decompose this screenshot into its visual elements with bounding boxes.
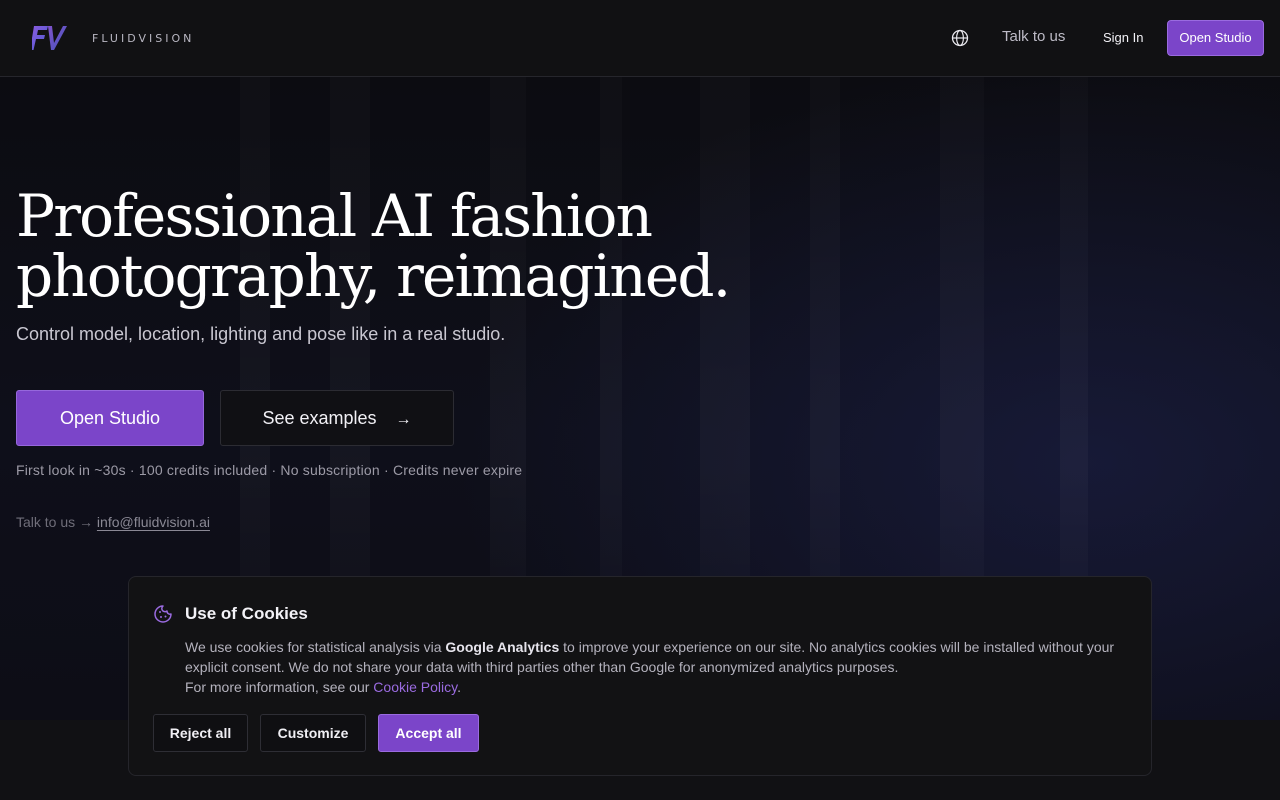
header-open-studio-button[interactable]: Open Studio [1167,20,1264,56]
reject-all-button[interactable]: Reject all [153,714,248,752]
hero-headline-line-2: photography, reimagined. [16,242,731,310]
contact-prefix: Talk to us → [16,514,94,530]
offer-perks-text: First look in ~30s · 100 credits include… [16,462,523,478]
cookie-text-part-3: For more information, see our [185,679,374,695]
top-navigation: FLUIDVISION Talk to us Sign In Open Stud… [0,0,1280,77]
google-analytics-text: Google Analytics [445,639,560,655]
hero-subheadline: Control model, location, lighting and po… [16,324,506,344]
hero-headline-line-1: Professional AI fashion [16,182,653,250]
cookie-text-part-1: We use cookies for statistical analysis … [185,639,446,655]
cookie-text-end: . [457,679,461,695]
sign-in-link[interactable]: Sign In [1103,30,1143,45]
brand-name: FLUIDVISION [92,32,195,45]
contact-line: Talk to us → info@fluidvision.ai [16,514,210,530]
globe-icon[interactable] [950,28,970,48]
hero-headline: Professional AI fashion photography, rei… [16,186,776,306]
nav-talk-to-us-link[interactable]: Talk to us [1002,28,1065,45]
cookie-consent-banner: Use of Cookies We use cookies for statis… [128,576,1152,776]
see-examples-label: See examples [262,408,377,428]
cookie-banner-description: We use cookies for statistical analysis … [185,637,1125,697]
arrow-right-icon: → [395,411,412,428]
open-studio-button[interactable]: Open Studio [16,390,204,446]
cookie-banner-title: Use of Cookies [185,604,308,623]
cookie-icon [154,605,172,623]
fluidvision-logo-icon[interactable] [32,24,68,52]
accept-all-button[interactable]: Accept all [378,714,479,752]
contact-email-link[interactable]: info@fluidvision.ai [97,514,210,530]
customize-button[interactable]: Customize [260,714,366,752]
see-examples-button[interactable]: See examples → [220,390,454,446]
cookie-policy-link[interactable]: Cookie Policy [373,679,457,695]
